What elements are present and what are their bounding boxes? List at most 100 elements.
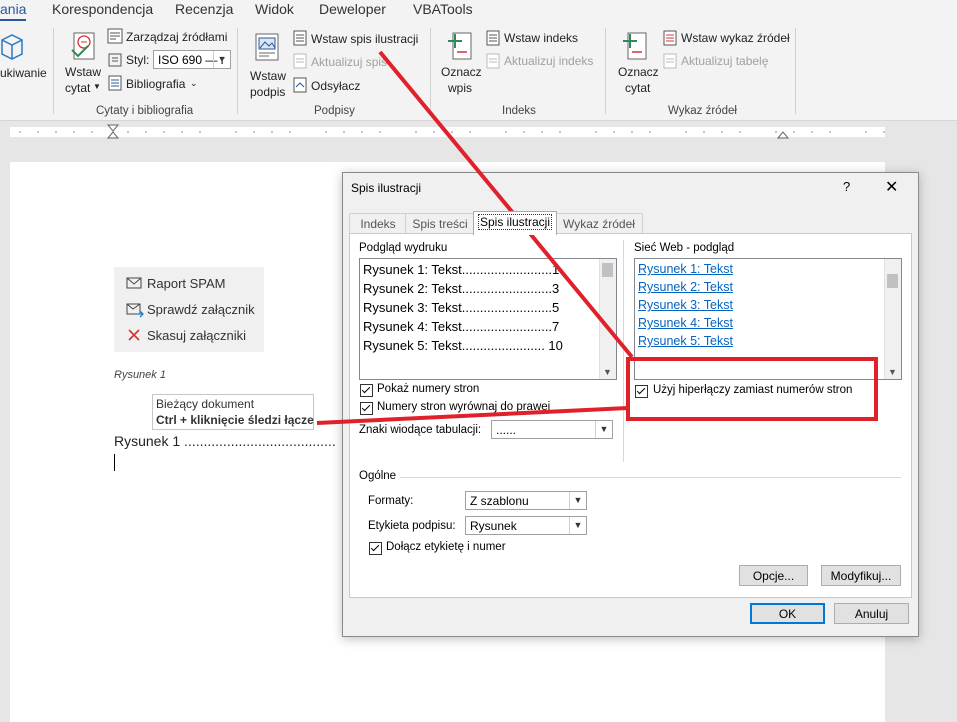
scrollbar[interactable]: ▼: [884, 259, 901, 379]
scrollbar-thumb[interactable]: [602, 263, 613, 277]
options-button[interactable]: Opcje...: [739, 565, 808, 586]
chevron-down-icon: ▼: [569, 517, 586, 534]
right-align-label: Numery stron wyrównaj do prawej: [377, 401, 551, 413]
cross-reference-icon: [293, 77, 307, 93]
horizontal-ruler[interactable]: [0, 121, 957, 141]
insert-citation-label-1: Wstaw: [65, 65, 101, 79]
list-item: Rysunek 5: Tekst....................... …: [363, 338, 563, 353]
report-spam-button[interactable]: Raport SPAM: [147, 276, 226, 291]
insert-toa-icon: [663, 30, 677, 46]
tab-review[interactable]: Recenzja: [175, 1, 233, 17]
tab-table-of-authorities[interactable]: Wykaz źródeł: [555, 213, 643, 234]
tab-index[interactable]: Indeks: [349, 213, 407, 234]
group-separator: [53, 28, 54, 114]
tab-table-of-figures[interactable]: Spis ilustracji: [473, 211, 557, 235]
update-table-button[interactable]: Aktualizuj spis: [311, 55, 387, 69]
tab-vbatools[interactable]: VBATools: [413, 1, 473, 17]
mark-citation-label-2: cytat: [625, 81, 651, 95]
chevron-down-icon: ▼: [213, 51, 230, 68]
chevron-down-icon: ▼: [93, 82, 101, 91]
chevron-down-icon: ▼: [595, 421, 612, 438]
hyperlink-item[interactable]: Rysunek 2: Tekst: [638, 280, 733, 294]
dialog-title: Spis ilustracji: [351, 181, 422, 195]
close-icon: [128, 329, 140, 341]
chevron-down-icon[interactable]: ▼: [603, 367, 612, 377]
check-attachment-icon: [126, 303, 144, 318]
delete-attachments-button[interactable]: Skasuj załączniki: [147, 328, 246, 343]
print-preview-list[interactable]: Rysunek 1: Tekst........................…: [359, 258, 617, 380]
tab-toc[interactable]: Spis treści: [405, 213, 475, 234]
include-label-label: Dołącz etykietę i numer: [386, 541, 506, 553]
mark-citation-label-1: Oznacz: [618, 65, 659, 79]
list-item: Rysunek 3: Tekst........................…: [363, 300, 560, 315]
tab-developer[interactable]: Deweloper: [319, 1, 386, 17]
scrollbar-thumb[interactable]: [887, 274, 898, 288]
section-separator: [400, 477, 901, 478]
manage-sources-icon: [107, 28, 123, 44]
bibliography-icon: [108, 75, 122, 91]
show-page-numbers-label: Pokaż numery stron: [377, 383, 480, 395]
update-toa-icon: [663, 53, 677, 69]
cross-reference-button[interactable]: Odsyłacz: [311, 79, 360, 93]
list-item: Rysunek 2: Tekst........................…: [363, 281, 560, 296]
cube-icon: [1, 34, 23, 60]
update-toa-button[interactable]: Aktualizuj tabelę: [681, 54, 768, 68]
insert-citation-icon: [71, 32, 95, 60]
mark-entry-label-1: Oznacz: [441, 65, 482, 79]
tab-references[interactable]: ania: [0, 1, 26, 17]
text-cursor: [114, 454, 115, 471]
divider: [623, 240, 624, 462]
table-of-figures-dialog: Spis ilustracji ? ✕ Indeks Spis treści S…: [342, 172, 919, 637]
general-section-label: Ogólne: [359, 470, 397, 482]
hyperlink-item[interactable]: Rysunek 1: Tekst: [638, 262, 733, 276]
tab-panel: Podgląd wydruku Rysunek 1: Tekst........…: [349, 233, 912, 598]
modify-button[interactable]: Modyfikuj...: [821, 565, 901, 586]
list-item: Rysunek 4: Tekst........................…: [363, 319, 560, 334]
tab-mailings[interactable]: Korespondencja: [52, 1, 153, 17]
mark-citation-button[interactable]: Oznacz cytat: [612, 26, 659, 100]
bibliography-button[interactable]: Bibliografia: [126, 77, 185, 91]
caption-label-select[interactable]: Rysunek ▼: [465, 516, 587, 535]
ok-button[interactable]: OK: [750, 603, 825, 624]
chevron-down-icon[interactable]: ▼: [888, 367, 897, 377]
table-of-figures-entry[interactable]: Rysunek 1 ..............................…: [114, 433, 336, 449]
web-preview-label: Sieć Web - podgląd: [634, 242, 735, 254]
update-index-icon: [486, 53, 500, 69]
hyperlink-item[interactable]: Rysunek 4: Tekst: [638, 316, 733, 330]
group-separator: [605, 28, 606, 114]
insert-caption-button[interactable]: Wstaw podpis: [244, 26, 290, 100]
tab-view[interactable]: Widok: [255, 1, 294, 17]
tooltip-line-2: Ctrl + kliknięcie śledzi łącze: [156, 413, 314, 427]
web-preview-list[interactable]: Rysunek 1: Tekst Rysunek 2: Tekst Rysune…: [634, 258, 902, 380]
insert-toa-button[interactable]: Wstaw wykaz źródeł: [681, 31, 790, 45]
scrollbar[interactable]: ▼: [599, 259, 616, 379]
insert-index-button[interactable]: Wstaw indeks: [504, 31, 578, 45]
include-label-checkbox[interactable]: [369, 542, 382, 555]
update-index-button[interactable]: Aktualizuj indeks: [504, 54, 593, 68]
formats-select[interactable]: Z szablonu ▼: [465, 491, 587, 510]
tab-leader-select[interactable]: ...... ▼: [491, 420, 613, 439]
group-label-captions: Podpisy: [314, 105, 355, 117]
tab-table-of-figures-label: Spis ilustracji: [477, 214, 553, 230]
cancel-button[interactable]: Anuluj: [834, 603, 909, 624]
close-button[interactable]: ✕: [885, 177, 898, 197]
insert-table-of-figures-button[interactable]: Wstaw spis ilustracji: [311, 32, 418, 46]
table-of-figures-icon: [293, 30, 307, 46]
show-page-numbers-checkbox[interactable]: [360, 384, 373, 397]
group-separator: [795, 28, 796, 114]
help-button[interactable]: ?: [843, 179, 850, 194]
right-align-checkbox[interactable]: [360, 402, 373, 415]
check-attachment-button[interactable]: Sprawdź załącznik: [147, 302, 255, 317]
style-select[interactable]: ISO 690 — r ▼: [153, 50, 231, 69]
chevron-down-icon: ▼: [569, 492, 586, 509]
manage-sources-button[interactable]: Zarządzaj źródłami: [126, 30, 227, 44]
hide-button-label[interactable]: ukiwanie: [0, 66, 47, 80]
ribbon: ukiwanie Wstaw cytat ▼ Zarządzaj źródłam…: [0, 22, 957, 121]
tab-leader-value: ......: [496, 423, 517, 437]
formats-label: Formaty:: [368, 495, 414, 507]
hyperlink-item[interactable]: Rysunek 5: Tekst: [638, 334, 733, 348]
insert-citation-button[interactable]: Wstaw cytat ▼: [60, 26, 104, 100]
use-hyperlinks-checkbox[interactable]: [635, 385, 648, 398]
hyperlink-item[interactable]: Rysunek 3: Tekst: [638, 298, 733, 312]
mark-entry-button[interactable]: Oznacz wpis: [437, 26, 483, 100]
